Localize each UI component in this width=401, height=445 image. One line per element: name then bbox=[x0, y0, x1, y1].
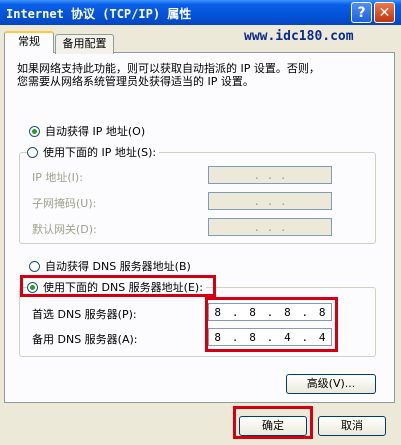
title-bar[interactable]: Internet 协议 (TCP/IP) 属性 ? ✕ bbox=[0, 0, 401, 25]
tab-general[interactable]: 常规 bbox=[4, 31, 54, 53]
radio-empty-icon bbox=[29, 260, 40, 272]
ip-address-input[interactable]: . . . bbox=[208, 166, 332, 184]
description-line-1: 如果网络支持此功能，则可以获取自动指派的 IP 设置。否则， bbox=[17, 62, 320, 75]
octet: 8 bbox=[284, 305, 291, 319]
description: 如果网络支持此功能，则可以获取自动指派的 IP 设置。否则， 您需要从网络系统管… bbox=[17, 62, 367, 88]
dot: . bbox=[266, 330, 274, 344]
ip-manual-radio[interactable]: 使用下面的 IP 地址(S): bbox=[27, 144, 160, 160]
preferred-dns-label: 首选 DNS 服务器(P): bbox=[32, 308, 137, 321]
subnet-mask-input[interactable]: . . . bbox=[208, 192, 332, 210]
window-title: Internet 协议 (TCP/IP) 属性 bbox=[6, 7, 192, 21]
dot: . bbox=[301, 305, 309, 319]
dns-auto-radio[interactable]: 自动获得 DNS 服务器地址(B) bbox=[29, 258, 191, 274]
octet: 4 bbox=[318, 330, 326, 344]
octet: 8 bbox=[318, 305, 326, 319]
default-gateway-input[interactable]: . . . bbox=[208, 218, 332, 236]
dns-manual-radio[interactable]: 使用下面的 DNS 服务器地址(E): bbox=[27, 279, 206, 295]
watermark: www.idc180.com bbox=[244, 29, 354, 44]
dot: . bbox=[301, 330, 309, 344]
alternate-dns-label: 备用 DNS 服务器(A): bbox=[32, 333, 138, 346]
dns-manual-label: 使用下面的 DNS 服务器地址(E): bbox=[43, 281, 203, 294]
ok-button[interactable]: 确定 bbox=[239, 416, 307, 436]
radio-selected-icon bbox=[29, 125, 40, 137]
ip-manual-label: 使用下面的 IP 地址(S): bbox=[43, 146, 157, 159]
close-button[interactable]: ✕ bbox=[374, 2, 395, 23]
octet: 4 bbox=[284, 330, 291, 344]
advanced-button[interactable]: 高级(V)... bbox=[286, 374, 376, 394]
cancel-button[interactable]: 取消 bbox=[318, 416, 386, 436]
octet: 8 bbox=[214, 330, 222, 344]
dot: . bbox=[266, 305, 274, 319]
ip-auto-label: 自动获得 IP 地址(O) bbox=[45, 125, 146, 138]
radio-selected-icon bbox=[27, 281, 38, 293]
subnet-mask-label: 子网掩码(U): bbox=[32, 197, 97, 210]
ip-address-label: IP 地址(I): bbox=[32, 171, 83, 184]
ip-auto-radio[interactable]: 自动获得 IP 地址(O) bbox=[29, 123, 145, 139]
default-gateway-label: 默认网关(D): bbox=[32, 223, 97, 236]
alternate-dns-input[interactable]: 8. 8. 4. 4 bbox=[208, 328, 332, 346]
radio-empty-icon bbox=[27, 146, 38, 158]
preferred-dns-input[interactable]: 8. 8. 8. 8 bbox=[208, 303, 332, 321]
tab-alternate-config[interactable]: 备用配置 bbox=[55, 34, 114, 54]
description-line-2: 您需要从网络系统管理员处获得适当的 IP 设置。 bbox=[17, 75, 254, 88]
help-button[interactable]: ? bbox=[351, 2, 372, 23]
dns-auto-label: 自动获得 DNS 服务器地址(B) bbox=[45, 260, 191, 273]
octet: 8 bbox=[214, 305, 222, 319]
octet: 8 bbox=[249, 330, 256, 344]
octet: 8 bbox=[249, 305, 256, 319]
dot: . bbox=[231, 305, 239, 319]
dot: . bbox=[231, 330, 239, 344]
